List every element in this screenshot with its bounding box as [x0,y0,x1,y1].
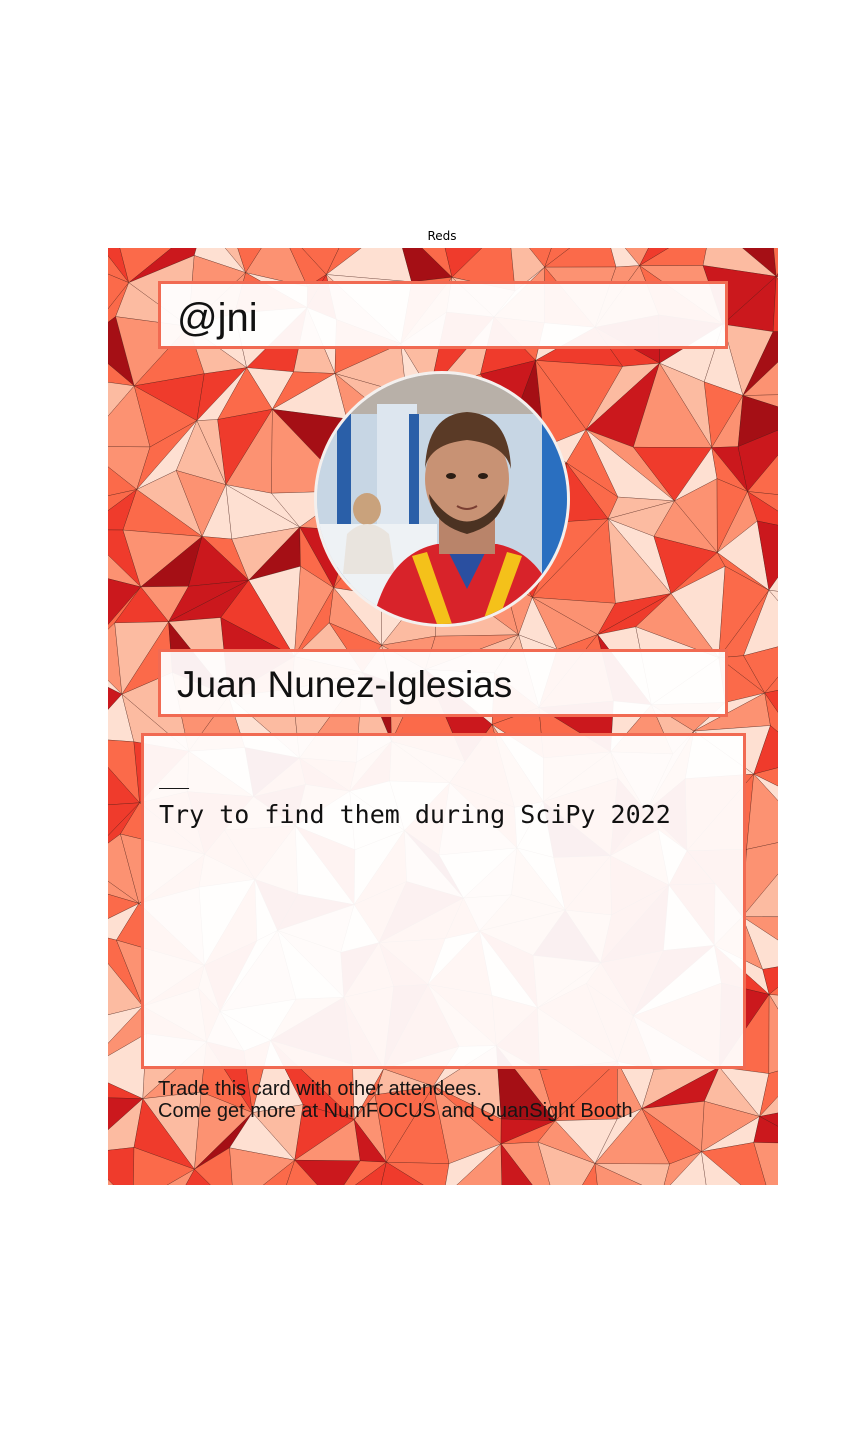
footer-booth-text: Come get more at NumFOCUS and QuanSight … [158,1100,633,1122]
footer-trade-text: Trade this card with other attendees. [158,1078,482,1100]
avatar-photo [317,374,567,624]
full-name: Juan Nunez-Iglesias [177,664,513,705]
name-panel: Juan Nunez-Iglesias [158,649,728,717]
mosaic-triangle [108,1147,135,1185]
bio-separator: __ [159,760,190,789]
mosaic-triangle [768,993,778,1074]
bio-panel: __ Try to find them during SciPy 2022 [141,733,746,1069]
handle-panel: @jni [158,281,728,349]
user-handle: @jni [177,296,258,340]
trading-card: @jni Juan Nunez-Iglesias __ Try to find … [108,248,778,1185]
figure-title: Reds [427,229,457,243]
bio-text: Try to find them during SciPy 2022 [159,800,671,829]
avatar [314,371,570,627]
